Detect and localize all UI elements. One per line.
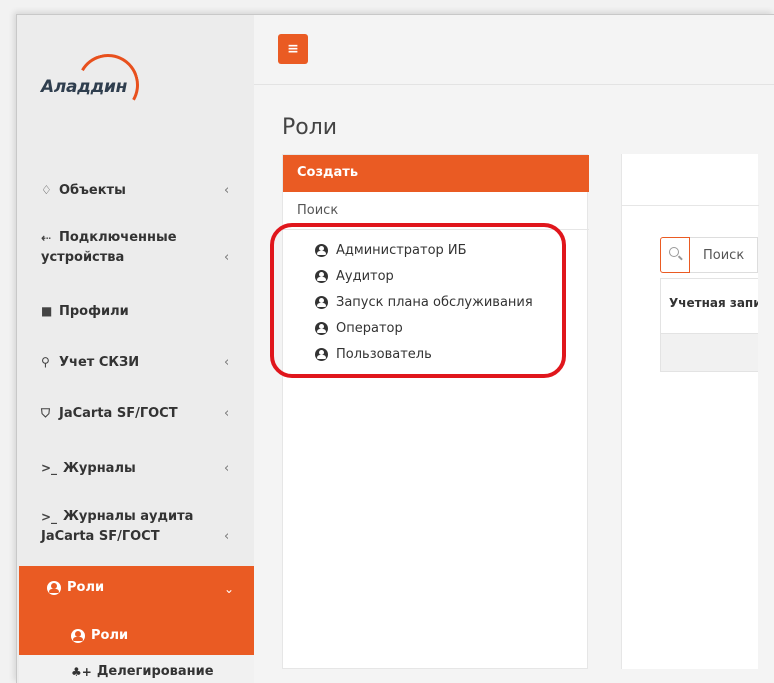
chevron-left-icon: ‹ [224, 250, 230, 265]
sidebar-subitem-delegation[interactable]: ♣+ Делегирование [19, 655, 254, 683]
user-circle-icon [71, 628, 85, 643]
user-circle-icon [47, 580, 61, 595]
table-row[interactable] [660, 334, 758, 372]
details-panel [621, 154, 759, 669]
sidebar: Аладдин ♢ Объекты ‹ ⇠ Подключенные устро… [17, 15, 254, 683]
key-icon: ⚲ [41, 355, 50, 369]
top-bar: ≡ [254, 15, 774, 85]
chevron-left-icon: ‹ [224, 405, 230, 421]
sidebar-subitem-label: Роли [91, 628, 129, 643]
chevron-left-icon: ‹ [224, 354, 230, 370]
sidebar-item-label-2: устройства [41, 250, 125, 265]
search-icon[interactable] [660, 237, 690, 273]
brand-logo[interactable]: Аладдин [41, 47, 146, 123]
search-input[interactable]: Поиск [297, 203, 338, 218]
sidebar-item-audit-logs[interactable]: >_ Журналы аудита JaCarta SF/ГОСТ ‹ [17, 509, 254, 549]
menu-toggle-button[interactable]: ≡ [278, 34, 308, 64]
sidebar-item-jacarta[interactable]: ⛉ JaCarta SF/ГОСТ ‹ [17, 401, 254, 425]
chevron-down-icon: ⌄ [224, 582, 235, 596]
logo-text: Аладдин [41, 77, 128, 97]
details-header [622, 154, 759, 206]
sidebar-item-profiles[interactable]: ■ Профили [17, 299, 254, 323]
terminal-icon: >_ [41, 461, 58, 475]
sidebar-item-label: Объекты [59, 182, 126, 198]
sidebar-item-label-2: JaCarta SF/ГОСТ [41, 529, 160, 544]
page-title: Роли [282, 115, 338, 140]
sidebar-item-label: Журналы аудита [63, 509, 194, 524]
shield-icon: ⛉ [41, 405, 51, 420]
highlight-annotation [270, 223, 566, 378]
diamond-icon: ♢ [41, 183, 52, 197]
sidebar-item-skzi[interactable]: ⚲ Учет СКЗИ ‹ [17, 350, 254, 374]
sidebar-item-label: Профили [59, 303, 129, 319]
sidebar-item-label: Роли [67, 580, 105, 595]
user-plus-icon: ♣+ [71, 664, 92, 679]
chevron-left-icon: ‹ [224, 182, 230, 198]
sidebar-item-devices[interactable]: ⇠ Подключенные устройства ‹ [17, 230, 254, 270]
sidebar-item-logs[interactable]: >_ Журналы ‹ [17, 456, 254, 480]
usb-icon: ⇠ [41, 230, 52, 245]
chevron-left-icon: ‹ [224, 460, 230, 476]
sidebar-subitem-roles[interactable]: Роли [71, 628, 128, 643]
sidebar-subitem-label: Делегирование [96, 664, 214, 679]
sidebar-item-label: Подключенные [59, 230, 177, 245]
sidebar-item-label: JaCarta SF/ГОСТ [59, 405, 178, 421]
sidebar-item-label: Учет СКЗИ [59, 354, 140, 370]
search-field[interactable]: Поиск [690, 237, 758, 273]
folder-icon: ■ [41, 304, 53, 318]
table-header-account[interactable]: Учетная запись [660, 278, 758, 334]
sidebar-item-objects[interactable]: ♢ Объекты ‹ [17, 178, 254, 202]
sidebar-item-label: Журналы [63, 460, 136, 476]
terminal-icon: >_ [41, 509, 58, 524]
create-button[interactable]: Создать [283, 155, 589, 192]
chevron-left-icon: ‹ [224, 529, 230, 544]
